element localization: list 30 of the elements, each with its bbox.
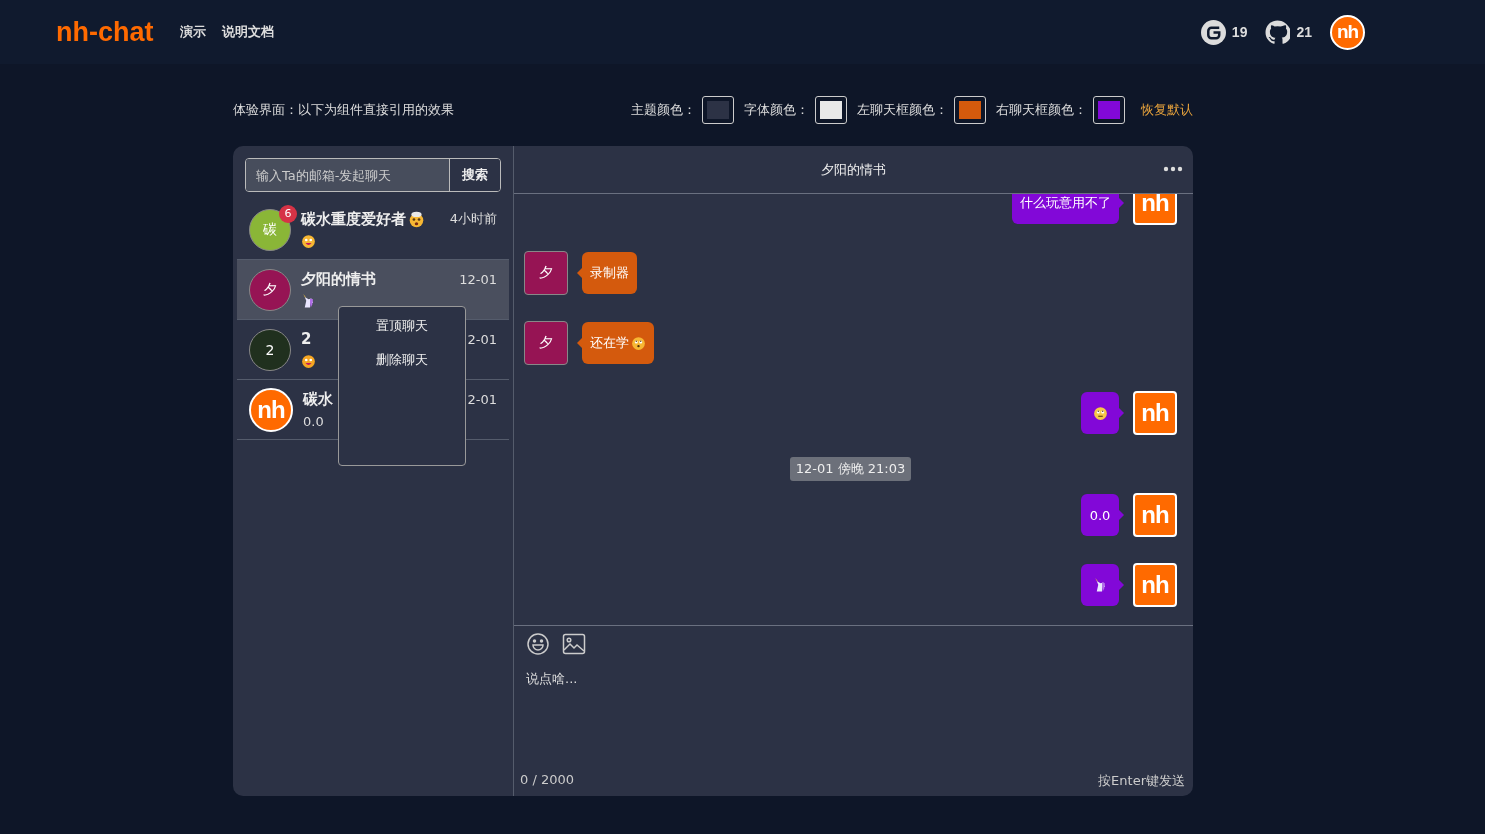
color-label: 字体颜色： [744,101,809,119]
color-label: 左聊天框颜色： [857,101,948,119]
color-label: 主题颜色： [631,101,696,119]
timestamp: 12-01 傍晚 21:03 [789,457,912,481]
contact-avatar: nh [249,387,293,432]
contact-name: 夕阳的情书 [301,269,376,289]
color-label: 右聊天框颜色： [996,101,1087,119]
contact-name: 碳水 [303,389,333,409]
unread-badge: 6 [279,204,297,223]
contact-time: 2-01 [467,391,497,407]
contact-time: 4小时前 [449,210,497,228]
sender-avatar: 夕 [524,321,568,365]
sender-avatar: nh [1133,493,1177,537]
contact-time: 12-01 [459,271,497,287]
sender-avatar: nh [1133,194,1177,225]
contact-avatar: 2 [249,328,291,371]
sender-avatar: nh [1133,563,1177,607]
star-count: 19 [1231,24,1248,40]
contact-avatar: 夕 [249,268,291,311]
char-counter: 0 / 2000 [520,772,574,789]
send-hint: 按Enter键发送 [1098,772,1185,790]
contact-name: 2 [301,330,312,348]
chat-title: 夕阳的情书 [821,160,886,179]
contact-time: 2-01 [467,331,497,347]
sender-avatar: 夕 [524,251,568,295]
star-count: 21 [1296,24,1312,40]
contact-name: 碳水重度爱好者 [301,209,406,229]
sender-avatar: nh [1133,391,1177,435]
message-preview: 0.0 [303,414,324,429]
intro-text: 体验界面：以下为组件直接引用的效果 [233,101,454,119]
